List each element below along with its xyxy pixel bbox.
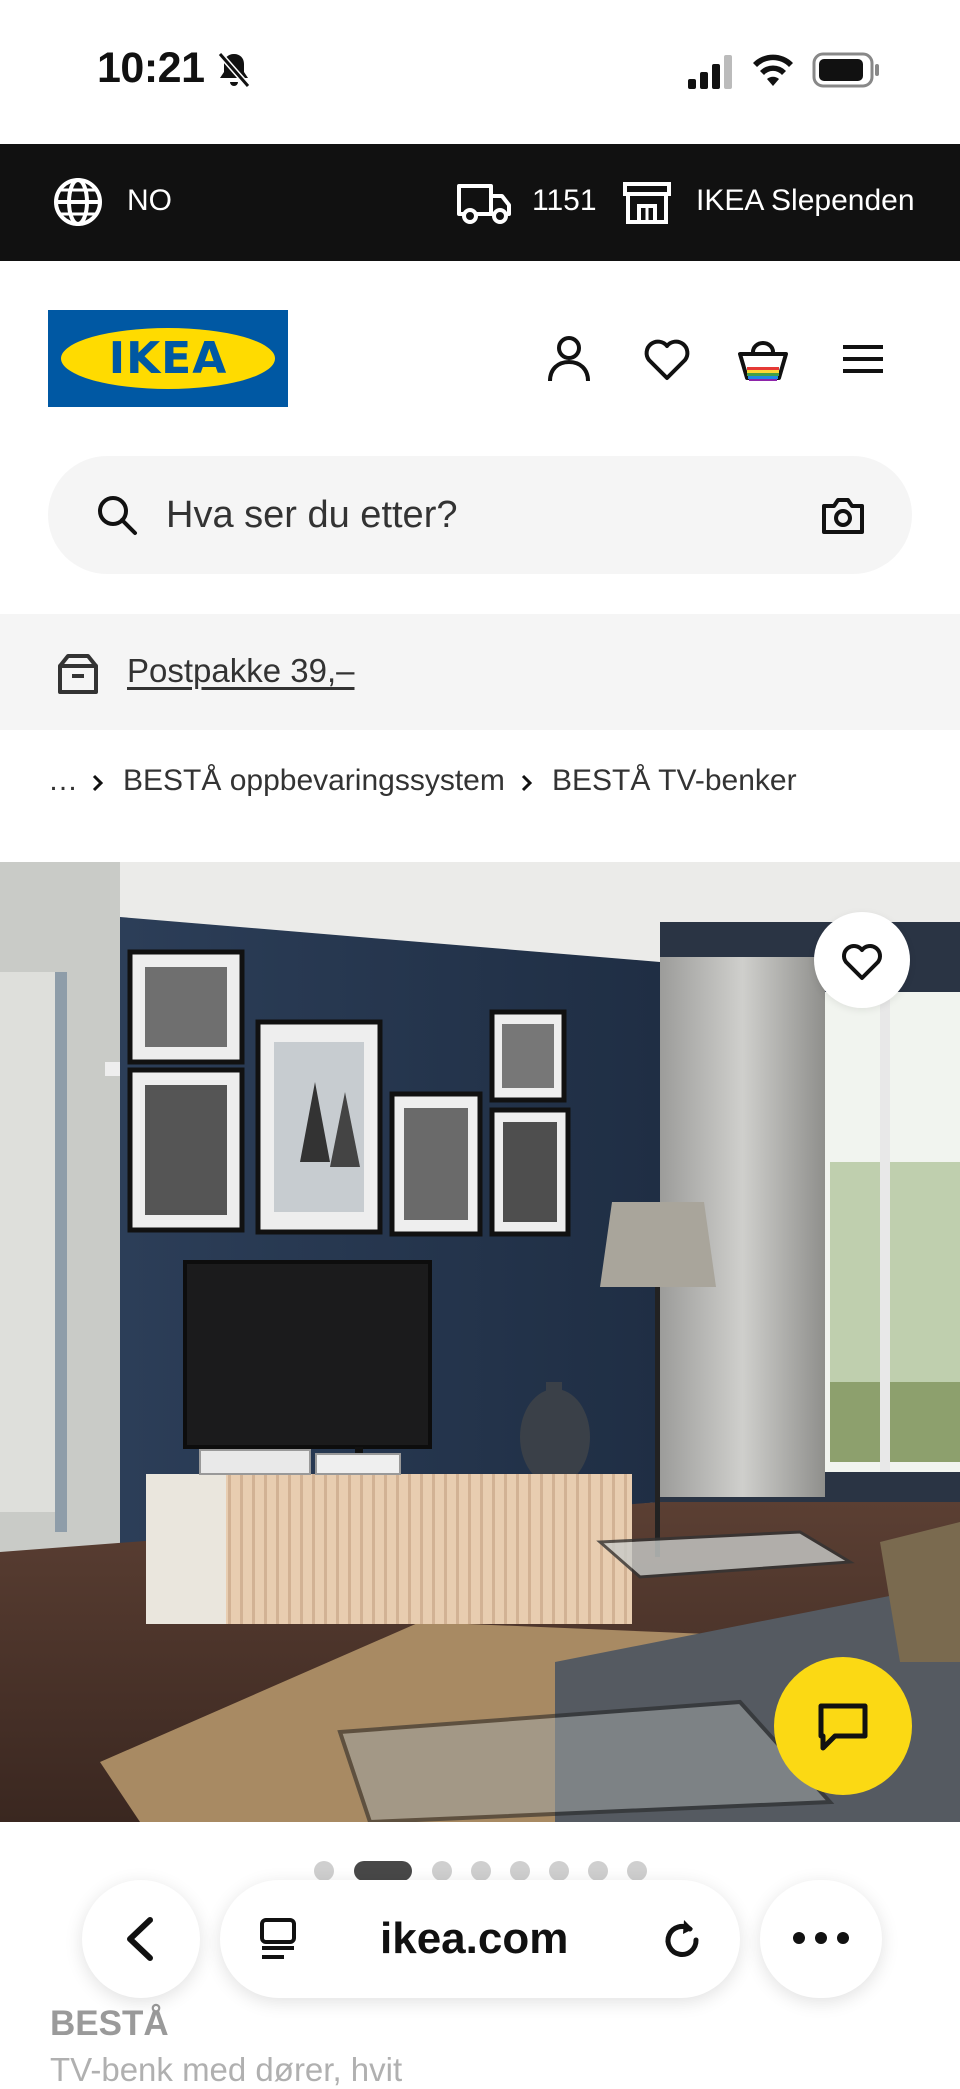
breadcrumb-ellipsis[interactable]: … xyxy=(48,764,78,798)
reload-icon[interactable] xyxy=(660,1914,706,1964)
menu-icon[interactable] xyxy=(838,334,888,384)
carousel-dot[interactable] xyxy=(588,1861,608,1881)
bell-muted-icon xyxy=(217,52,251,88)
search-input[interactable]: Hva ser du etter? xyxy=(166,494,457,537)
delivery-truck-icon[interactable] xyxy=(456,180,512,226)
carousel-dot-active[interactable] xyxy=(354,1861,412,1881)
more-dots-icon xyxy=(793,1932,849,1944)
url-text[interactable]: ikea.com xyxy=(380,1914,568,1964)
chat-bubble-icon xyxy=(818,1703,868,1751)
camera-icon[interactable] xyxy=(820,496,866,536)
image-carousel-dots xyxy=(314,1861,654,1881)
carousel-dot[interactable] xyxy=(314,1861,334,1881)
battery-icon xyxy=(812,52,879,88)
favorite-button[interactable] xyxy=(814,912,910,1008)
browser-more-button[interactable] xyxy=(760,1880,882,1998)
chat-button[interactable] xyxy=(774,1657,912,1795)
shopping-bag-icon[interactable] xyxy=(738,334,788,384)
wifi-icon xyxy=(753,54,793,86)
ikea-logo[interactable]: IKEA xyxy=(48,310,288,407)
search-bar[interactable]: Hva ser du etter? xyxy=(48,456,912,574)
status-bar: 10:21 xyxy=(0,0,960,144)
search-icon xyxy=(98,496,137,535)
shipping-promo-bar: Postpakke 39,– xyxy=(0,614,960,730)
status-time: 10:21 xyxy=(97,44,205,92)
cellular-signal-icon xyxy=(688,55,732,89)
product-description: TV-benk med dører, hvit xyxy=(50,2051,403,2088)
carousel-dot[interactable] xyxy=(432,1861,452,1881)
browser-back-button[interactable] xyxy=(82,1880,200,1998)
language-selector[interactable]: NO xyxy=(127,184,172,218)
store-icon[interactable] xyxy=(622,180,672,224)
chevron-right-icon xyxy=(521,774,533,792)
globe-icon[interactable] xyxy=(52,176,104,228)
top-info-bar: NO 1151 IKEA Slependen xyxy=(0,144,960,261)
chevron-right-icon xyxy=(92,774,104,792)
store-selector[interactable]: IKEA Slependen xyxy=(696,184,915,218)
heart-icon xyxy=(842,944,882,980)
logo-text: IKEA xyxy=(108,333,228,384)
carousel-dot[interactable] xyxy=(627,1861,647,1881)
browser-address-bar[interactable]: ikea.com xyxy=(220,1880,740,1998)
carousel-dot[interactable] xyxy=(510,1861,530,1881)
parcel-box-icon xyxy=(58,654,98,694)
carousel-dot[interactable] xyxy=(471,1861,491,1881)
breadcrumb-item-besta-system[interactable]: BESTÅ oppbevaringssystem xyxy=(123,764,505,798)
profile-icon[interactable] xyxy=(544,334,594,384)
delivery-postcode[interactable]: 1151 xyxy=(532,184,597,218)
postpakke-link[interactable]: Postpakke 39,– xyxy=(127,652,355,690)
product-name: BESTÅ xyxy=(50,2004,169,2043)
chevron-left-icon xyxy=(127,1917,153,1961)
tabs-icon[interactable] xyxy=(256,1916,302,1962)
breadcrumb-item-besta-tv[interactable]: BESTÅ TV-benker xyxy=(552,764,797,798)
carousel-dot[interactable] xyxy=(549,1861,569,1881)
heart-icon[interactable] xyxy=(642,334,692,384)
